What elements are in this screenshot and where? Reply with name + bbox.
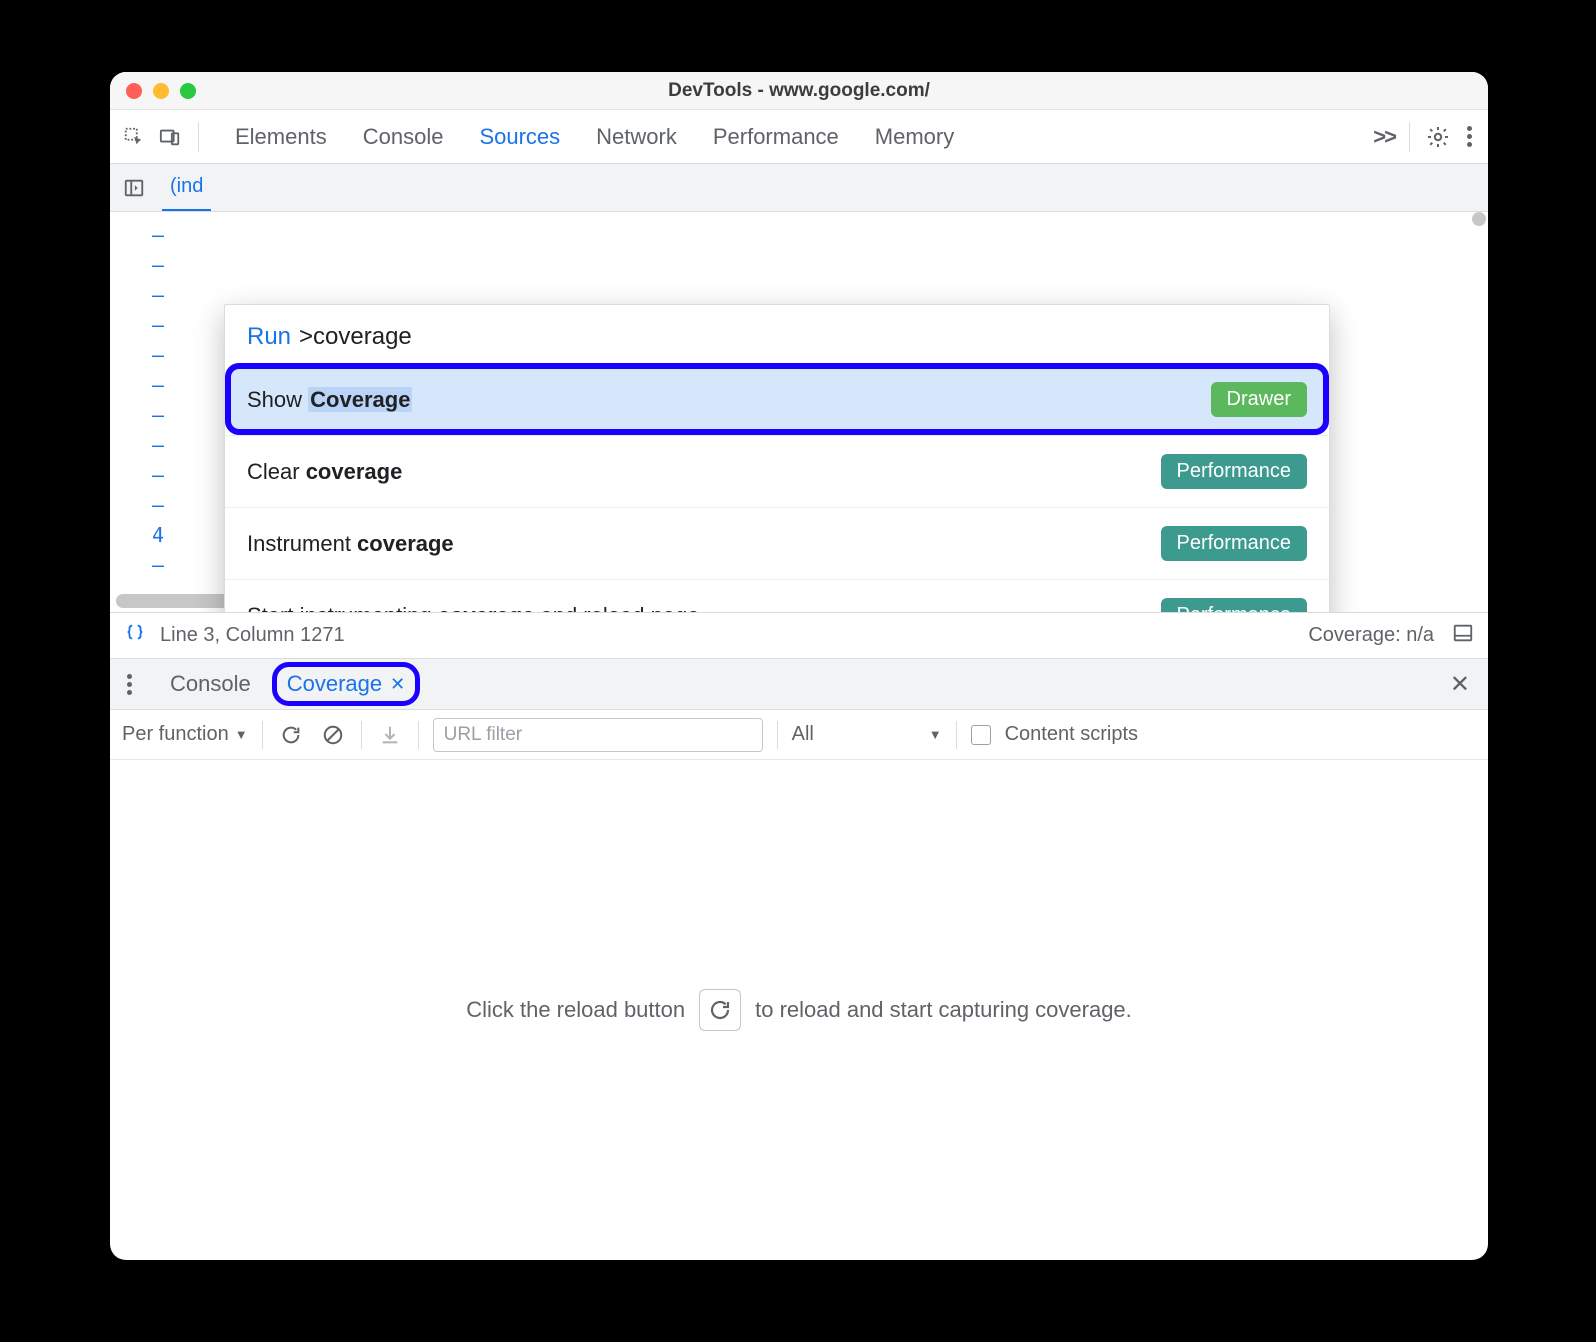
line-gutter: – – – – – – – – – – 4 –	[110, 212, 180, 612]
granularity-select[interactable]: Per function ▼	[122, 723, 248, 746]
badge-performance: Performance	[1161, 526, 1308, 561]
chevron-down-icon: ▼	[235, 727, 248, 742]
separator	[198, 122, 199, 152]
chevron-down-icon: ▼	[929, 727, 942, 742]
coverage-status: Coverage: n/a	[1308, 624, 1434, 647]
close-drawer-icon[interactable]: ✕	[1442, 670, 1478, 699]
titlebar: DevTools - www.google.com/	[110, 72, 1488, 110]
vertical-scrollbar[interactable]	[1472, 212, 1486, 226]
zoom-window-icon[interactable]	[180, 83, 196, 99]
panel-tabs: Elements Console Sources Network Perform…	[231, 112, 958, 162]
navigator-toggle-icon[interactable]	[120, 174, 148, 202]
tab-console[interactable]: Console	[359, 112, 448, 162]
kebab-menu-icon[interactable]	[1460, 126, 1478, 147]
export-icon[interactable]	[376, 721, 404, 749]
main-toolbar: Elements Console Sources Network Perform…	[110, 110, 1488, 164]
tab-sources[interactable]: Sources	[475, 112, 564, 162]
drawer-tab-console[interactable]: Console	[160, 665, 261, 703]
command-item-instrument-coverage[interactable]: Instrument coverage Performance	[225, 507, 1329, 579]
cursor-position: Line 3, Column 1271	[160, 624, 345, 647]
badge-performance: Performance	[1161, 454, 1308, 489]
clear-icon[interactable]	[319, 721, 347, 749]
file-tab[interactable]: (ind	[162, 164, 211, 211]
command-menu: Run >coverage Show Coverage Drawer Clear…	[224, 304, 1330, 612]
coverage-hint: Click the reload button to reload and st…	[466, 989, 1132, 1031]
command-item-show-coverage[interactable]: Show Coverage Drawer	[225, 363, 1329, 435]
tab-memory[interactable]: Memory	[871, 112, 958, 162]
device-toolbar-icon[interactable]	[156, 123, 184, 151]
devtools-window: DevTools - www.google.com/ Elements Cons…	[110, 72, 1488, 1260]
content-scripts-checkbox[interactable]	[971, 725, 991, 745]
url-filter-input[interactable]: URL filter	[433, 718, 763, 752]
command-item-start-instrumenting[interactable]: Start instrumenting coverage and reload …	[225, 579, 1329, 612]
badge-drawer: Drawer	[1211, 382, 1307, 417]
inspect-element-icon[interactable]	[120, 123, 148, 151]
window-title: DevTools - www.google.com/	[110, 80, 1488, 102]
more-tabs-icon[interactable]: >>	[1373, 124, 1395, 150]
minimize-window-icon[interactable]	[153, 83, 169, 99]
drawer-tabbar: Console Coverage ✕ ✕	[110, 658, 1488, 710]
command-prefix: Run	[247, 323, 291, 351]
badge-performance: Performance	[1161, 598, 1308, 612]
close-window-icon[interactable]	[126, 83, 142, 99]
window-controls	[110, 83, 196, 99]
editor-statusbar: Line 3, Column 1271 Coverage: n/a	[110, 612, 1488, 658]
drawer-tab-coverage[interactable]: Coverage ✕	[277, 667, 415, 701]
coverage-toolbar: Per function ▼ URL filter All ▼	[110, 710, 1488, 760]
sources-subbar: (ind	[110, 164, 1488, 212]
settings-icon[interactable]	[1424, 123, 1452, 151]
code-editor[interactable]: – – – – – – – – – – 4 – n(b) { var a; Ru…	[110, 212, 1488, 612]
pretty-print-icon[interactable]	[124, 622, 146, 650]
separator	[1409, 122, 1410, 152]
drawer-menu-icon[interactable]	[120, 674, 138, 695]
tab-performance[interactable]: Performance	[709, 112, 843, 162]
reload-button[interactable]	[699, 989, 741, 1031]
type-filter-select[interactable]: All ▼	[792, 723, 942, 746]
tab-network[interactable]: Network	[592, 112, 681, 162]
tab-elements[interactable]: Elements	[231, 112, 331, 162]
reload-icon[interactable]	[277, 721, 305, 749]
command-input[interactable]: Run >coverage	[225, 305, 1329, 363]
collapse-drawer-icon[interactable]	[1452, 622, 1474, 650]
content-scripts-label: Content scripts	[1005, 723, 1138, 746]
close-tab-icon[interactable]: ✕	[390, 674, 405, 695]
coverage-body: Click the reload button to reload and st…	[110, 760, 1488, 1260]
command-item-clear-coverage[interactable]: Clear coverage Performance	[225, 435, 1329, 507]
command-query: >coverage	[299, 323, 412, 351]
